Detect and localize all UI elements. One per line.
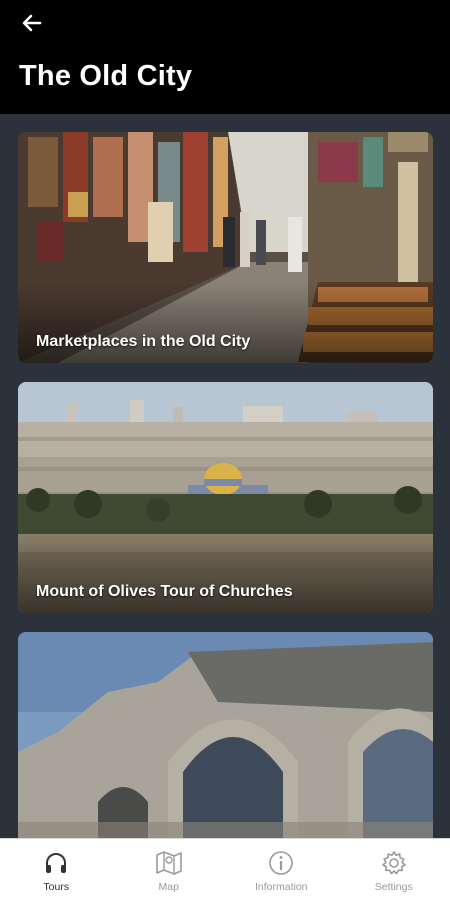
page-title: The Old City <box>19 60 193 92</box>
arrow-left-icon <box>22 14 42 32</box>
nav-label: Settings <box>374 881 413 893</box>
app-header: The Old City <box>0 0 450 114</box>
headphones-icon <box>41 848 71 878</box>
tour-card-marketplaces[interactable]: Marketplaces in the Old City <box>18 132 433 363</box>
back-button[interactable] <box>14 8 50 38</box>
map-icon <box>154 848 184 878</box>
bottom-nav: Tours Map Information Settings <box>0 838 450 900</box>
gear-icon <box>379 848 409 878</box>
nav-map[interactable]: Map <box>113 839 226 900</box>
card-shade <box>18 283 433 363</box>
tour-title: Marketplaces in the Old City <box>36 333 251 350</box>
nav-tours[interactable]: Tours <box>0 839 113 900</box>
info-icon <box>266 848 296 878</box>
nav-label: Map <box>158 881 179 893</box>
ruins-arch-photo <box>18 632 433 838</box>
nav-settings[interactable]: Settings <box>338 839 450 900</box>
nav-information[interactable]: Information <box>225 839 338 900</box>
tour-title: Mount of Olives Tour of Churches <box>36 583 293 600</box>
nav-label: Information <box>254 881 308 893</box>
card-shade <box>18 533 433 613</box>
tour-list[interactable]: Marketplaces in the Old City Mount of Ol… <box>0 114 450 838</box>
tour-card-ruins[interactable] <box>18 632 433 838</box>
tour-card-mount-of-olives[interactable]: Mount of Olives Tour of Churches <box>18 382 433 613</box>
nav-label: Tours <box>43 881 70 893</box>
